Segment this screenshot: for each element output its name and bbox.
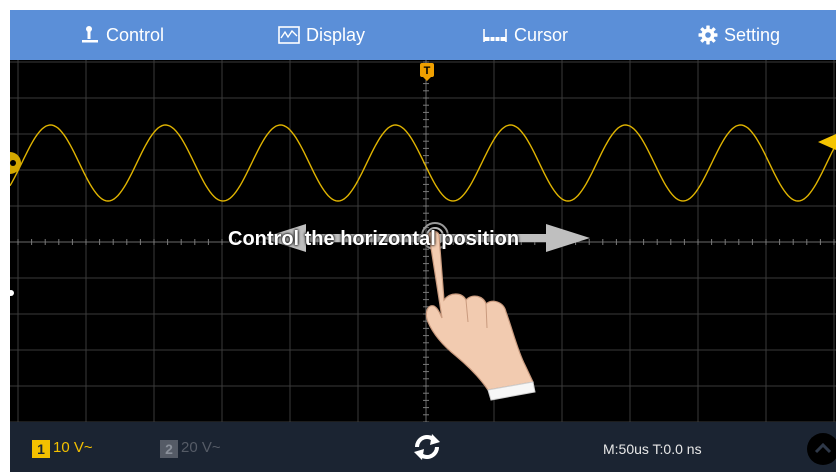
svg-text:T: T: [424, 65, 431, 77]
oscilloscope-screen: Control Display Cursor Setting T Control…: [10, 10, 836, 472]
probe-icon: [80, 25, 100, 45]
instruction-text: Control the horizontal position: [228, 228, 520, 250]
refresh-icon[interactable]: [410, 430, 444, 469]
tab-control-label: Control: [106, 24, 165, 45]
ch1-number-badge[interactable]: 1: [32, 440, 50, 458]
tab-cursor-label: Cursor: [514, 24, 569, 45]
waveform-display-icon: [278, 26, 300, 44]
ch2-level-marker[interactable]: [10, 290, 14, 296]
gear-icon: [698, 25, 718, 45]
trigger-position-marker[interactable]: T: [420, 63, 434, 81]
tab-setting[interactable]: Setting: [698, 10, 780, 60]
ch2-scale[interactable]: 20 V~: [181, 439, 221, 456]
waveform-area[interactable]: T Control the horizontal position: [10, 60, 836, 423]
ch2-number-badge[interactable]: 2: [160, 440, 178, 458]
tab-control[interactable]: Control: [80, 10, 164, 60]
ch1-scale[interactable]: 10 V~: [53, 439, 93, 456]
tab-display-label: Display: [306, 24, 366, 45]
ch1-level-marker[interactable]: [10, 152, 21, 174]
trigger-level-marker[interactable]: [818, 134, 836, 150]
timebase-readout[interactable]: M:50us T:0.0 ns: [603, 441, 702, 457]
bottom-status-bar: 1 10 V~ 2 20 V~ M:50us T:0.0 ns: [10, 422, 836, 472]
tab-display[interactable]: Display: [278, 10, 365, 60]
tab-cursor[interactable]: Cursor: [482, 10, 568, 60]
tab-setting-label: Setting: [724, 24, 781, 45]
chevron-up-icon[interactable]: [806, 432, 836, 471]
top-menu-bar: Control Display Cursor Setting: [10, 10, 836, 60]
ruler-cursor-icon: [482, 26, 508, 44]
